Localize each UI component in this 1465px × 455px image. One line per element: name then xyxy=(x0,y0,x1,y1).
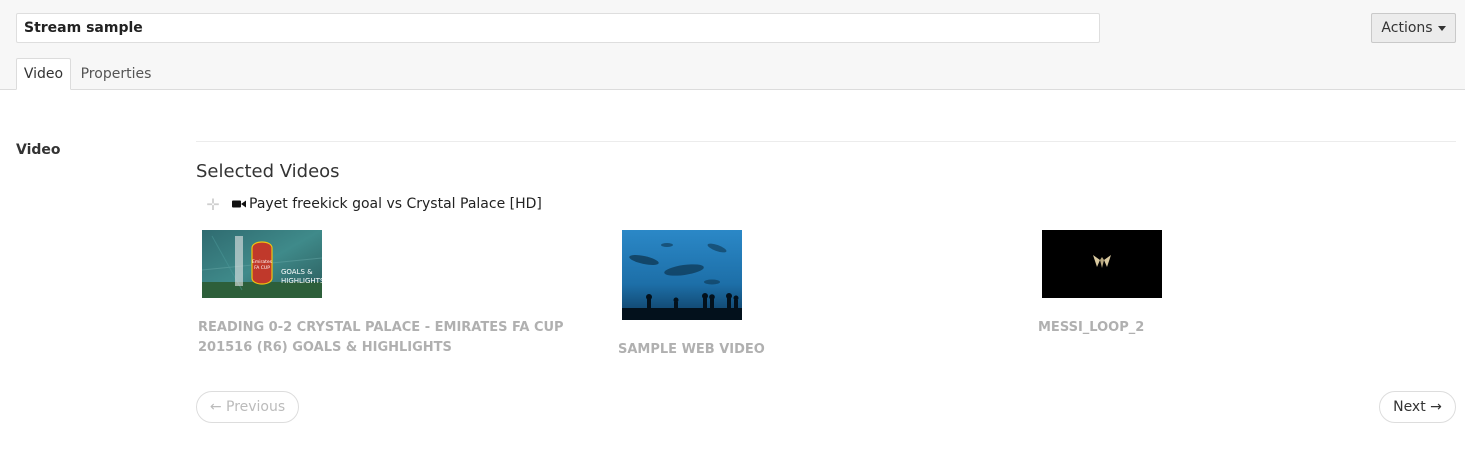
caret-down-icon xyxy=(1437,25,1446,31)
video-card-sample-web-video[interactable]: SAMPLE WEB VIDEO xyxy=(618,230,765,357)
tab-video[interactable]: Video xyxy=(16,58,71,90)
video-thumbnail xyxy=(1042,230,1162,298)
thumb-overlay-text-1: GOALS & xyxy=(281,268,313,276)
tab-properties-label: Properties xyxy=(80,66,152,82)
thumb-overlay-text-2: HIGHLIGHTS xyxy=(281,277,322,285)
video-thumbnail: Emirates FA CUP GOALS & HIGHLIGHTS xyxy=(202,230,322,298)
video-card-title: READING 0-2 CRYSTAL PALACE - EMIRATES FA… xyxy=(198,320,564,355)
selected-videos-heading: Selected Videos xyxy=(196,161,340,182)
divider xyxy=(196,141,1456,142)
previous-button: ← Previous xyxy=(196,391,299,423)
selected-video-item: ✛ Payet freekick goal vs Crystal Palace … xyxy=(204,194,542,214)
video-card-title: MESSI_LOOP_2 xyxy=(1038,320,1145,335)
tab-video-label: Video xyxy=(23,66,64,82)
selected-video-title: Payet freekick goal vs Crystal Palace [H… xyxy=(249,196,542,212)
video-card-reading-crystal-palace[interactable]: Emirates FA CUP GOALS & HIGHLIGHTS READI… xyxy=(198,230,564,355)
actions-label: Actions xyxy=(1381,20,1433,36)
video-thumbnail xyxy=(622,230,742,320)
tab-properties[interactable]: Properties xyxy=(72,58,160,90)
video-camera-icon xyxy=(232,200,246,208)
previous-label: ← Previous xyxy=(209,399,286,415)
title-input[interactable] xyxy=(16,13,1100,43)
thumb-badge-text-2: FA CUP xyxy=(254,265,270,271)
thumb-badge-text-1: Emirates xyxy=(252,259,273,265)
drag-handle-icon[interactable]: ✛ xyxy=(204,195,222,214)
actions-button[interactable]: Actions xyxy=(1371,13,1456,43)
video-card-title: SAMPLE WEB VIDEO xyxy=(618,342,765,357)
next-label: Next → xyxy=(1393,399,1442,415)
next-button[interactable]: Next → xyxy=(1379,391,1456,423)
video-card-messi-loop[interactable]: MESSI_LOOP_2 xyxy=(1038,230,1162,335)
video-section-label: Video xyxy=(16,142,61,158)
